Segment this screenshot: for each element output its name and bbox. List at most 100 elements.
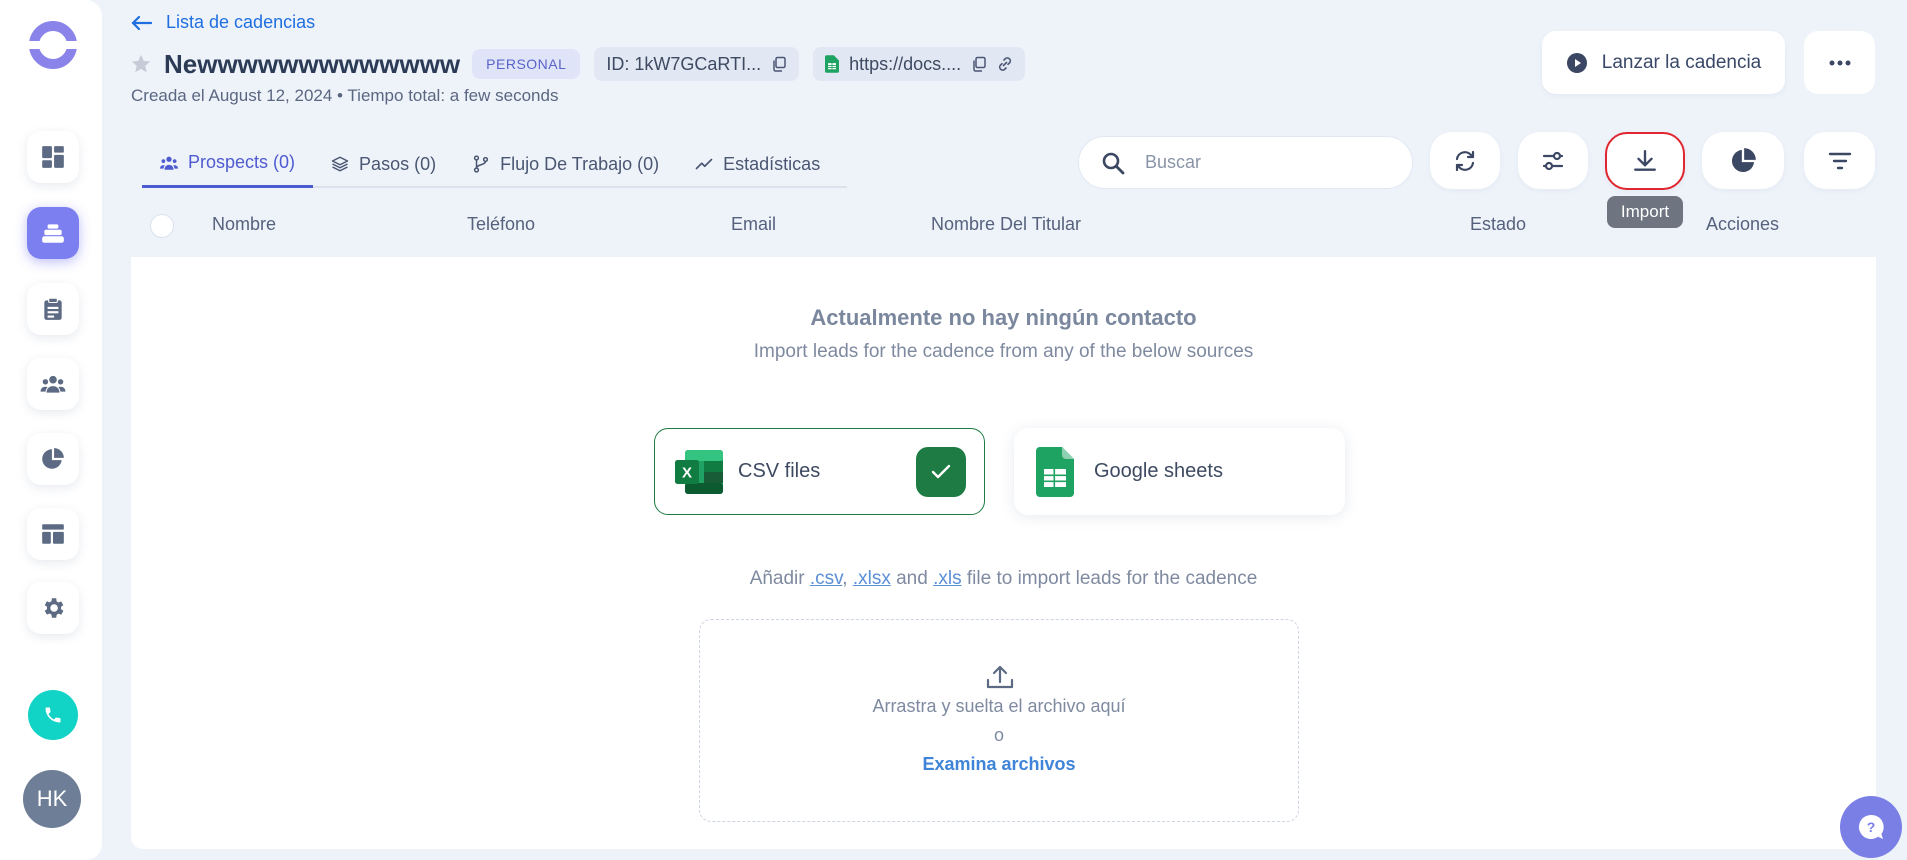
column-header[interactable]: Teléfono <box>467 214 535 235</box>
tab-workflow[interactable]: Flujo De Trabajo (0) <box>454 140 677 188</box>
launch-cadence-button[interactable]: Lanzar la cadencia <box>1542 31 1785 94</box>
google-sheets-icon <box>1036 446 1074 497</box>
tab-prospects[interactable]: Prospects (0) <box>142 140 314 188</box>
refresh-button[interactable] <box>1430 132 1500 189</box>
workflow-icon <box>473 155 489 173</box>
or-text: o <box>993 725 1004 745</box>
excel-icon: X <box>675 449 723 494</box>
hint-suffix: file to import leads for the cadence <box>961 568 1258 589</box>
phone-button[interactable] <box>28 690 78 740</box>
back-to-cadence-list-link[interactable]: Lista de cadencias <box>130 12 315 33</box>
pie-chart-icon <box>42 448 64 469</box>
cadence-id: ID: 1kW7GCaRTI... <box>606 53 762 74</box>
svg-text:X: X <box>682 464 692 481</box>
title-row: Newwwwwwwwwwwww PERSONAL ID: 1kW7GCaRTI.… <box>130 46 1039 82</box>
csv-label: CSV files <box>738 460 821 482</box>
drop-text: Arrastra y suelta el archivo aquí <box>872 696 1126 716</box>
sidebar: HK <box>0 0 102 860</box>
nav-tasks[interactable] <box>27 283 79 335</box>
layout-icon <box>42 524 64 544</box>
users-icon <box>160 156 178 170</box>
launch-label: Lanzar la cadencia <box>1601 51 1762 73</box>
search-icon <box>1102 152 1125 174</box>
csv-source-card[interactable]: X CSV files <box>654 428 985 515</box>
tab-label: Prospects (0) <box>188 152 296 172</box>
checkmark-icon <box>931 464 951 479</box>
nav-settings[interactable] <box>27 582 79 634</box>
tab-bar: Prospects (0) Pasos (0) Flujo De Trabajo… <box>142 140 847 188</box>
clipboard-icon <box>44 297 62 320</box>
sheet-link-chip: https://docs.... <box>813 47 1026 81</box>
refresh-icon <box>1455 150 1475 171</box>
avatar-initials: HK <box>36 786 68 811</box>
column-header: Acciones <box>1706 214 1780 234</box>
tab-steps[interactable]: Pasos (0) <box>313 140 454 188</box>
help-chat-icon: ? <box>1858 814 1884 839</box>
column-header[interactable]: Nombre Del Titular <box>931 214 1081 235</box>
google-sheets-icon <box>825 55 840 73</box>
settings-sliders-button[interactable] <box>1518 132 1588 189</box>
more-options-button[interactable] <box>1804 31 1875 94</box>
nav-people[interactable] <box>27 358 79 410</box>
nav-cadences[interactable] <box>27 207 79 259</box>
star-icon[interactable] <box>130 53 152 75</box>
download-icon <box>1634 150 1656 171</box>
personal-badge: PERSONAL <box>472 49 581 79</box>
id-chip: ID: 1kW7GCaRTI... <box>594 47 800 81</box>
dashboard-icon <box>42 146 64 168</box>
browse-files-link[interactable]: Examina archivos <box>700 754 1298 775</box>
phone-icon <box>45 707 61 723</box>
tab-statistics[interactable]: Estadísticas <box>677 140 838 188</box>
layers-icon <box>331 156 349 172</box>
user-avatar[interactable]: HK <box>23 770 81 828</box>
xls-link[interactable]: .xls <box>933 568 962 589</box>
copy-icon[interactable] <box>771 56 787 72</box>
trend-icon <box>695 158 713 170</box>
pie-chart-icon <box>1731 147 1756 172</box>
empty-title: Actualmente no hay ningún contacto <box>810 305 1197 330</box>
selected-check <box>916 447 966 497</box>
tab-label: Pasos (0) <box>359 153 437 174</box>
filter-icon <box>1828 152 1851 169</box>
stats-button[interactable] <box>1702 132 1784 189</box>
file-dropzone[interactable]: Arrastra y suelta el archivo aquí o Exam… <box>699 619 1299 822</box>
tab-label: Estadísticas <box>723 153 821 174</box>
column-header[interactable]: Nombre <box>212 214 276 235</box>
arrow-left-icon <box>131 15 152 30</box>
sheet-link[interactable]: https://docs.... <box>849 54 961 75</box>
empty-subtitle: Import leads for the cadence from any of… <box>753 341 1254 362</box>
file-type-hint: Añadir .csv, .xlsx and .xls file to impo… <box>131 568 1876 590</box>
hint-separator: , <box>842 568 853 589</box>
sliders-icon <box>1542 151 1564 170</box>
google-sheets-source-card[interactable]: Google sheets <box>1014 428 1345 515</box>
table-header: Nombre Teléfono Email Nombre Del Titular… <box>131 208 1876 252</box>
filter-button[interactable] <box>1804 132 1875 189</box>
created-info: Creada el August 12, 2024 • Tiempo total… <box>131 86 559 105</box>
people-icon <box>40 375 66 393</box>
play-circle-icon <box>1566 52 1587 73</box>
cadence-stack-icon <box>42 224 64 243</box>
column-header[interactable]: Estado <box>1470 214 1526 235</box>
search-box <box>1078 136 1413 189</box>
nav-dashboard[interactable] <box>27 131 79 183</box>
hint-and: and <box>890 568 934 589</box>
nav-templates[interactable] <box>27 508 79 560</box>
svg-text:?: ? <box>1867 819 1876 835</box>
cadence-title: Newwwwwwwwwwwww <box>164 48 461 79</box>
more-dots-icon <box>1829 60 1850 65</box>
google-sheets-label: Google sheets <box>1094 460 1223 482</box>
import-button[interactable] <box>1605 132 1685 190</box>
csv-link[interactable]: .csv <box>810 568 842 589</box>
xlsx-link[interactable]: .xlsx <box>853 568 891 589</box>
app-logo[interactable] <box>28 20 78 70</box>
copy-icon[interactable] <box>971 56 987 72</box>
back-link-label: Lista de cadencias <box>166 12 316 32</box>
empty-state-panel: Actualmente no hay ningún contacto Impor… <box>131 257 1876 849</box>
tab-label: Flujo De Trabajo (0) <box>500 153 660 174</box>
link-icon[interactable] <box>997 56 1013 72</box>
help-button[interactable]: ? <box>1840 796 1902 858</box>
select-all-checkbox[interactable] <box>150 214 174 238</box>
nav-reports[interactable] <box>27 433 79 485</box>
column-header[interactable]: Email <box>731 214 776 235</box>
search-input[interactable] <box>1145 152 1375 173</box>
